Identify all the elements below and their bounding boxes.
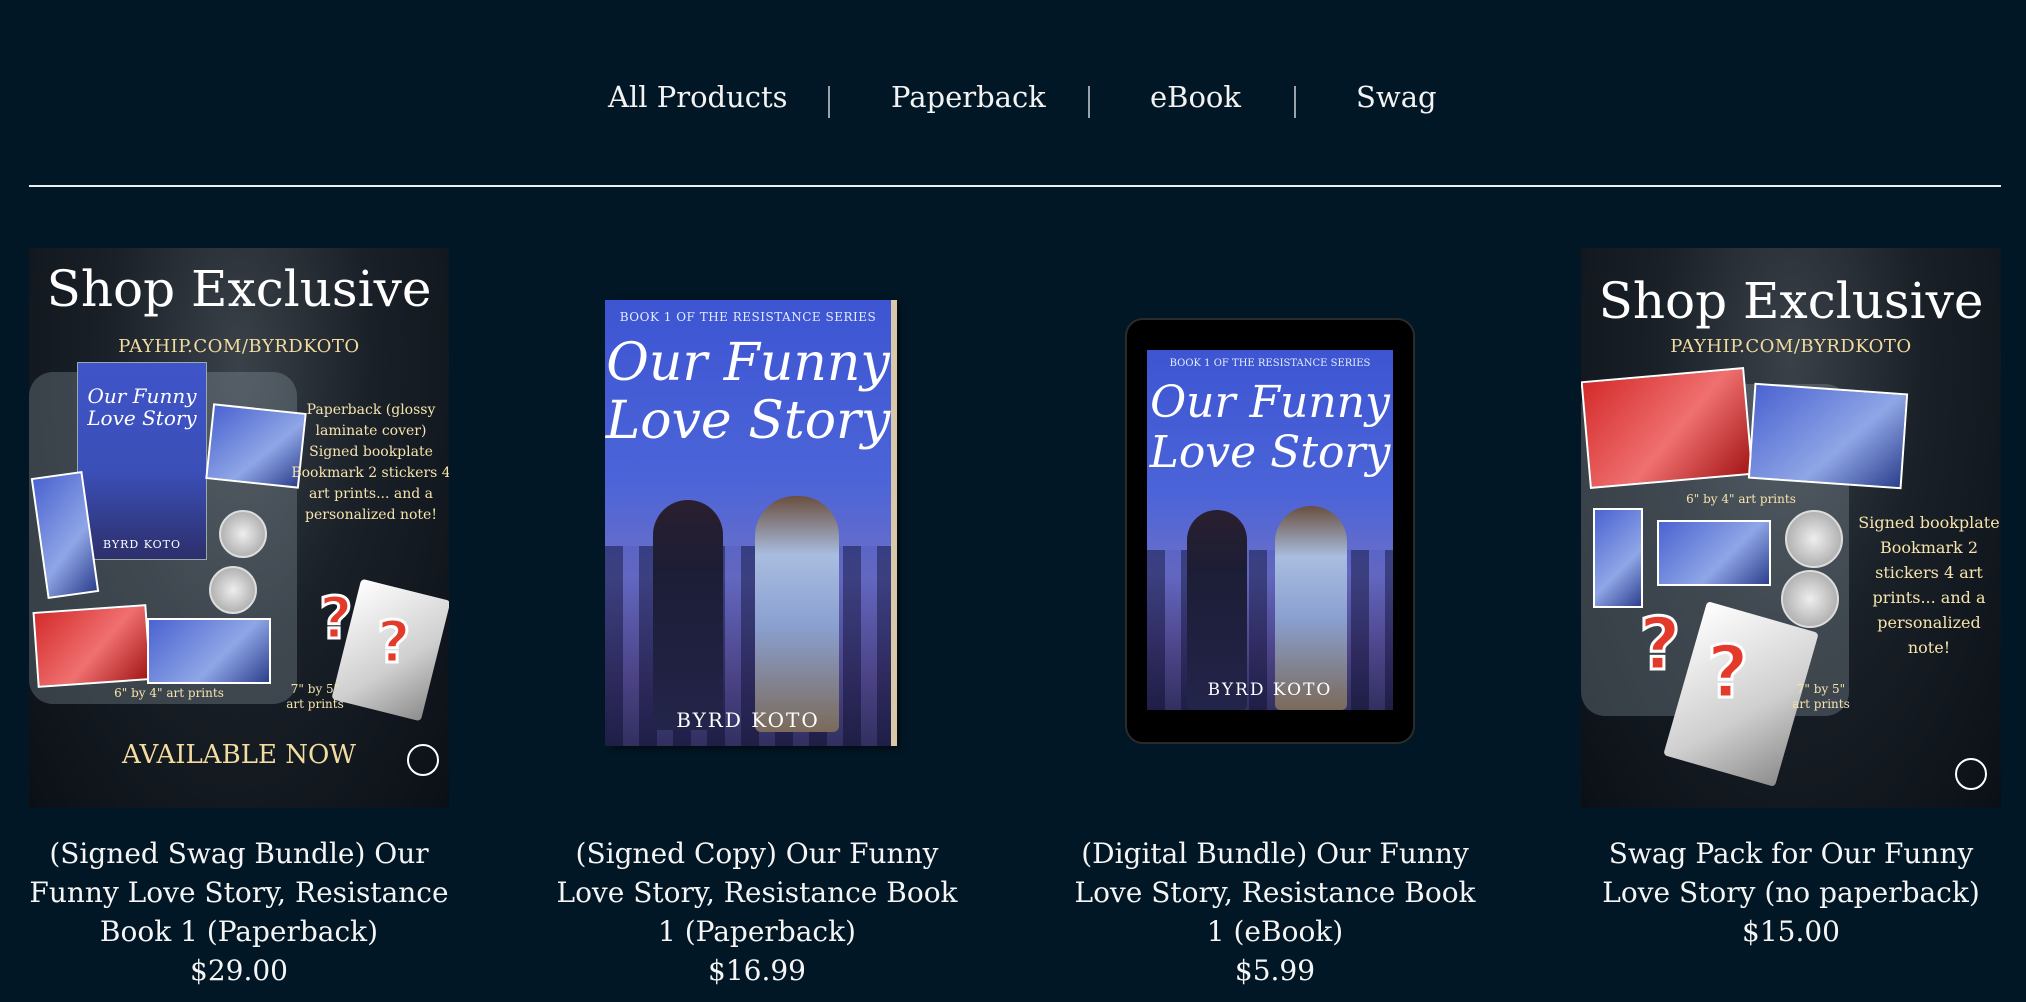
print-size-note: 7" by 5" art prints: [1792, 682, 1850, 711]
art-print: [1747, 382, 1909, 490]
art-print: [147, 618, 271, 684]
book-author: BYRD KOTO: [676, 708, 820, 732]
book-series: BOOK 1 OF THE RESISTANCE SERIES: [619, 310, 877, 324]
product-title[interactable]: (Signed Copy) Our Funny Love Story, Resi…: [547, 834, 967, 951]
category-nav: All Products Paperback eBook Swag: [0, 80, 2026, 130]
product-card-swag-pack[interactable]: Shop Exclusive PAYHIP.COM/BYRDKOTO 6" by…: [1581, 248, 2001, 952]
author-logo-icon: [1955, 758, 1987, 790]
sticker: [1785, 510, 1843, 568]
print-size-note: 7" by 5" art prints: [286, 682, 344, 711]
promo-heading: Shop Exclusive: [1598, 272, 1984, 330]
product-image[interactable]: Shop Exclusive PAYHIP.COM/BYRDKOTO Our F…: [29, 248, 449, 808]
nav-ebook[interactable]: eBook: [1150, 80, 1241, 114]
ebook-cover: BOOK 1 OF THE RESISTANCE SERIES Our Funn…: [1147, 350, 1393, 710]
book-title-line2: Love Story: [1149, 427, 1391, 478]
book-title-line1: Our Funny: [606, 333, 890, 393]
tablet-device: BOOK 1 OF THE RESISTANCE SERIES Our Funn…: [1125, 318, 1415, 744]
nav-all-products[interactable]: All Products: [608, 80, 788, 114]
book-title-line2: Love Story: [605, 391, 891, 451]
product-card-signed-copy[interactable]: BOOK 1 OF THE RESISTANCE SERIES Our Funn…: [547, 248, 967, 991]
promo-heading: Shop Exclusive: [46, 260, 432, 318]
print-size-note: 6" by 4" art prints: [114, 686, 224, 700]
promo-site: PAYHIP.COM/BYRDKOTO: [118, 336, 360, 357]
product-image[interactable]: BOOK 1 OF THE RESISTANCE SERIES Our Funn…: [547, 248, 967, 808]
book-title-line1: Our Funny: [1150, 377, 1390, 428]
nav-divider: [1088, 86, 1090, 118]
promo-contents: Paperback (glossy laminate cover) Signed…: [291, 402, 449, 523]
product-title[interactable]: (Digital Bundle) Our Funny Love Story, R…: [1065, 834, 1485, 951]
question-mark-icon: ?: [318, 583, 355, 654]
question-mark-icon: ?: [1706, 629, 1751, 716]
art-print: [1581, 367, 1754, 489]
sticker: [219, 510, 267, 558]
author-logo-icon: [407, 744, 439, 776]
product-image[interactable]: Shop Exclusive PAYHIP.COM/BYRDKOTO 6" by…: [1581, 248, 2001, 808]
promo-site: PAYHIP.COM/BYRDKOTO: [1670, 336, 1912, 357]
product-price: $16.99: [708, 954, 806, 987]
art-print: [1593, 508, 1643, 608]
product-price: $29.00: [190, 954, 288, 987]
promo-footer: AVAILABLE NOW: [122, 740, 356, 770]
mini-book-cover: Our Funny Love Story BYRD KOTO: [77, 362, 207, 560]
promo-contents: Signed bookplate Bookmark 2 stickers 4 a…: [1858, 513, 2000, 657]
product-card-digital-bundle[interactable]: BOOK 1 OF THE RESISTANCE SERIES Our Funn…: [1065, 248, 1485, 991]
question-mark-icon: ?: [376, 607, 413, 678]
product-image[interactable]: BOOK 1 OF THE RESISTANCE SERIES Our Funn…: [1065, 248, 1485, 808]
character-figure: [755, 496, 839, 732]
nav-paperback[interactable]: Paperback: [891, 80, 1046, 114]
nav-divider: [1294, 86, 1296, 118]
product-card-signed-swag-bundle[interactable]: Shop Exclusive PAYHIP.COM/BYRDKOTO Our F…: [29, 248, 449, 991]
book-series: BOOK 1 OF THE RESISTANCE SERIES: [1169, 358, 1371, 369]
book-cover: BOOK 1 OF THE RESISTANCE SERIES Our Funn…: [605, 300, 891, 746]
question-mark-icon: ?: [1638, 601, 1683, 688]
nav-swag[interactable]: Swag: [1356, 80, 1437, 114]
product-price: $5.99: [1234, 954, 1316, 987]
header-divider: [29, 185, 2001, 187]
product-title[interactable]: (Signed Swag Bundle) Our Funny Love Stor…: [29, 834, 449, 951]
art-print: [32, 604, 152, 688]
art-print: [1657, 520, 1771, 586]
sticker: [209, 566, 257, 614]
nav-divider: [828, 86, 830, 118]
character-figure: [653, 500, 723, 730]
print-size-note: 6" by 4" art prints: [1686, 492, 1796, 506]
sticker: [1781, 570, 1839, 628]
product-price: $15.00: [1742, 915, 1840, 948]
product-title[interactable]: Swag Pack for Our Funny Love Story (no p…: [1581, 834, 2001, 912]
book-author: BYRD KOTO: [1207, 680, 1333, 700]
